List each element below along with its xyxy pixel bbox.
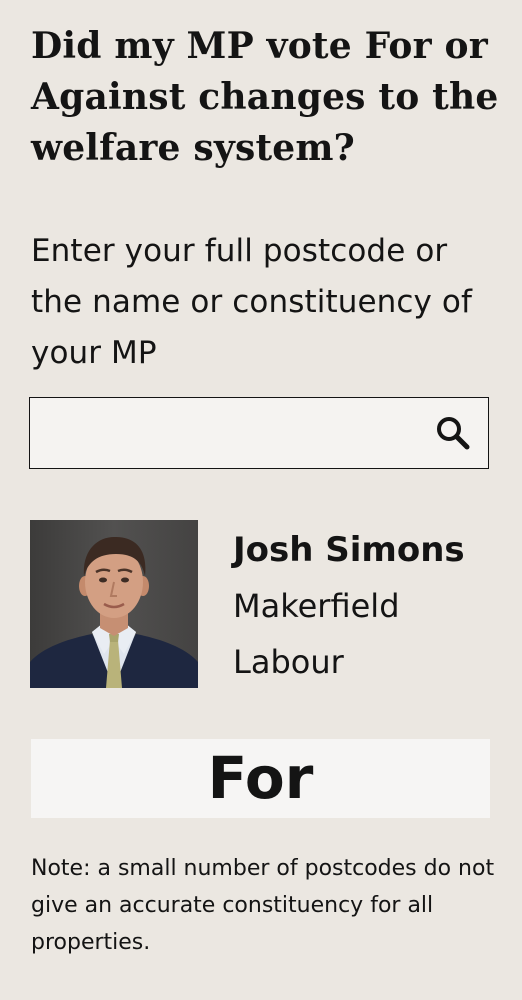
vote-result-banner: For: [31, 739, 490, 818]
search-box[interactable]: [29, 397, 489, 469]
page-title: Did my MP vote For or Against changes to…: [31, 25, 499, 169]
mp-name: Josh Simons: [233, 530, 465, 570]
vote-result: For: [207, 744, 314, 812]
mp-details: Josh Simons Makerfield Labour: [233, 522, 513, 690]
search-input[interactable]: [30, 398, 430, 467]
search-icon[interactable]: [434, 414, 472, 452]
mp-photo: [30, 520, 198, 688]
search-instructions: Enter your full postcode or the name or …: [31, 233, 472, 371]
mp-constituency: Makerfield: [233, 587, 400, 625]
postcode-note: Note: a small number of postcodes do not…: [31, 856, 495, 955]
mp-party: Labour: [233, 643, 344, 681]
